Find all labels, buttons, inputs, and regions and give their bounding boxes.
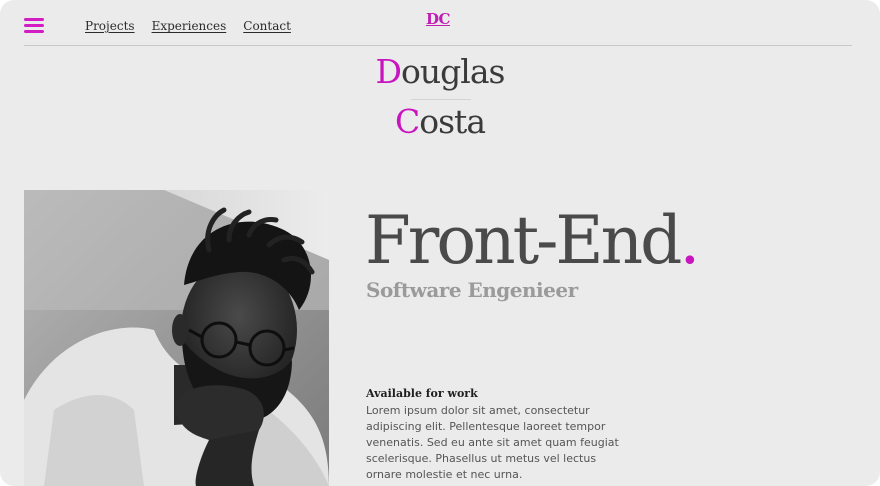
main-nav: Projects Experiences Contact	[85, 19, 308, 33]
first-name: Douglas	[0, 52, 880, 91]
nav-link-contact[interactable]: Contact	[243, 19, 291, 33]
menu-bar	[24, 30, 44, 33]
hero-title-text: Front-End	[365, 202, 682, 279]
availability-body: Lorem ipsum dolor sit amet, consectetur …	[366, 404, 619, 481]
last-name: Costa	[0, 102, 880, 141]
nav-link-experiences[interactable]: Experiences	[152, 19, 227, 33]
first-name-initial: D	[375, 52, 402, 91]
nav-link-projects[interactable]: Projects	[85, 19, 135, 33]
hamburger-menu-icon[interactable]	[24, 18, 44, 34]
first-name-rest: ouglas	[401, 52, 505, 91]
menu-bar	[24, 18, 44, 21]
header-divider	[24, 45, 852, 46]
name-divider	[411, 99, 471, 100]
last-name-initial: C	[395, 102, 420, 141]
availability-title: Available for work	[366, 387, 478, 400]
hero-title-dot: .	[679, 202, 700, 279]
hero-title: Front-End.	[365, 201, 700, 281]
page-frame: Projects Experiences Contact DC Douglas …	[0, 0, 880, 486]
last-name-rest: osta	[419, 102, 486, 141]
profile-photo	[24, 190, 329, 486]
menu-bar	[24, 24, 44, 27]
hero-subtitle: Software Engenieer	[366, 278, 578, 302]
logo[interactable]: DC	[426, 10, 450, 28]
